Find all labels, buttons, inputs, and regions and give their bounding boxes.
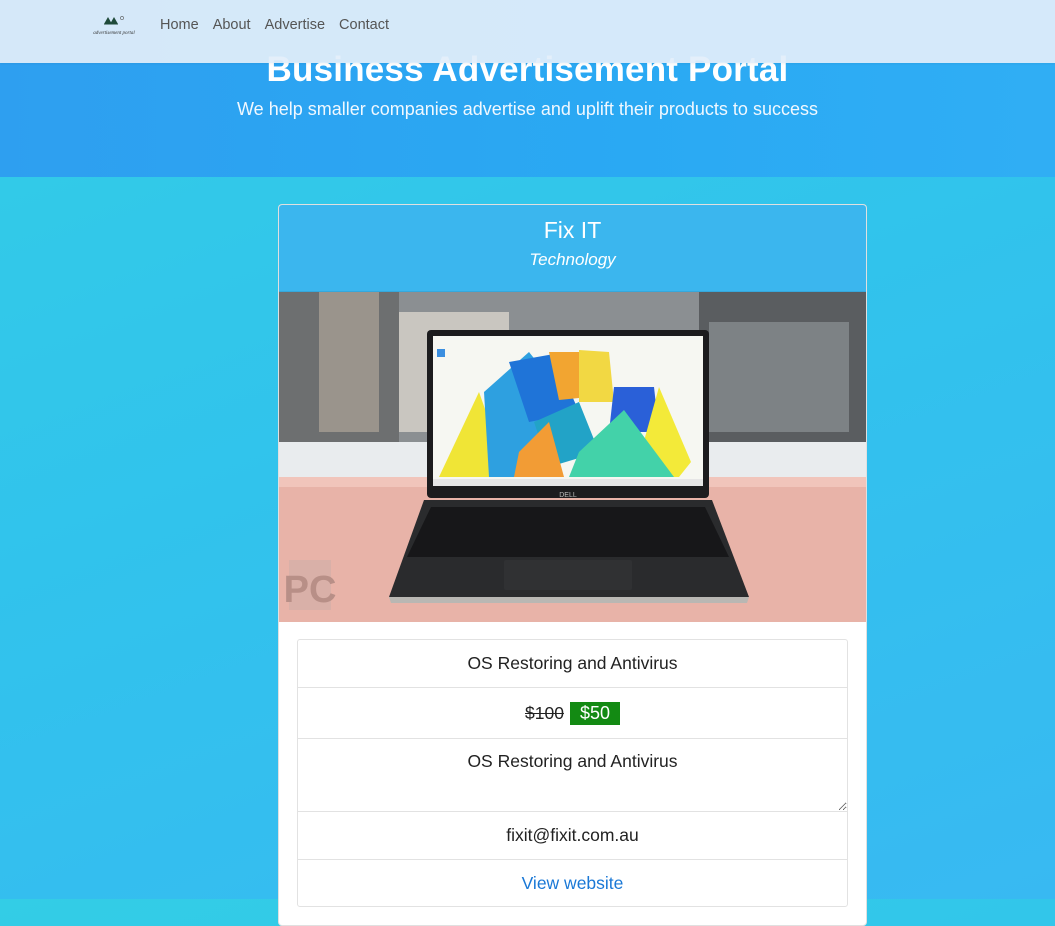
description-textarea[interactable]: OS Restoring and Antivirus [298, 739, 847, 811]
ad-card: Fix IT Technology DELL PC OS Restoring a… [278, 204, 867, 926]
site-logo[interactable]: advertisement portal [86, 14, 142, 38]
nav-links: Home About Advertise Contact [160, 17, 389, 33]
old-price: $100 [525, 702, 564, 723]
navbar: advertisement portal Home About Advertis… [0, 0, 1055, 63]
company-name: Fix IT [543, 217, 602, 243]
view-website-link[interactable]: View website [522, 873, 624, 893]
nav-contact-link[interactable]: Contact [339, 17, 389, 33]
company-category: Technology [529, 250, 616, 269]
price-row: $100 $50 [298, 688, 847, 739]
nav-home-link[interactable]: Home [160, 17, 199, 33]
service-details-list: OS Restoring and Antivirus $100 $50 OS R… [297, 639, 848, 907]
card-header: Fix IT Technology [279, 205, 866, 292]
website-row: View website [298, 860, 847, 906]
page-subtitle: We help smaller companies advertise and … [237, 99, 818, 119]
nav-about-link[interactable]: About [213, 17, 251, 33]
logo-text: advertisement portal [93, 31, 135, 36]
contact-email: fixit@fixit.com.au [298, 812, 847, 860]
image-watermark: PC [284, 569, 337, 611]
description-row: OS Restoring and Antivirus [298, 739, 847, 812]
service-title: OS Restoring and Antivirus [298, 640, 847, 688]
product-image: DELL PC [279, 292, 866, 622]
laptop-brand: DELL [559, 492, 577, 499]
discount-price-badge: $50 [569, 701, 620, 725]
nav-advertise-link[interactable]: Advertise [265, 17, 325, 33]
